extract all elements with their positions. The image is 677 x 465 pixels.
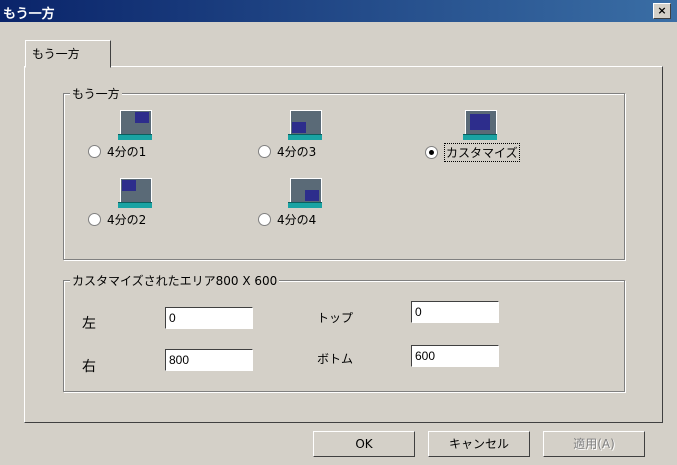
custom-area-legend: カスタマイズされたエリア800 X 600	[70, 272, 280, 289]
position-group-legend: もう一方	[70, 85, 122, 102]
cancel-button[interactable]: キャンセル	[428, 431, 530, 457]
right-label: 右	[82, 359, 96, 375]
option-label: 4分の1	[107, 145, 147, 159]
apply-button[interactable]: 適用(A)	[543, 431, 645, 457]
radio-customize[interactable]	[425, 146, 438, 159]
option-label: 4分の3	[277, 145, 317, 159]
title-bar: もう一方 ×	[0, 0, 677, 22]
bottom-label: ボトム	[317, 352, 354, 366]
left-label: 左	[82, 316, 96, 332]
option-label: 4分の4	[277, 213, 317, 227]
ok-button[interactable]: OK	[313, 431, 415, 457]
bottom-input[interactable]	[411, 345, 499, 367]
monitor-bottom-left-icon	[288, 108, 322, 140]
radio-quarter-1[interactable]	[88, 145, 101, 158]
tab-other[interactable]: もう一方	[25, 40, 111, 68]
option-quarter-4[interactable]: 4分の4	[258, 176, 322, 228]
option-quarter-1[interactable]: 4分の1	[88, 108, 152, 160]
radio-quarter-4[interactable]	[258, 213, 271, 226]
tab-label: もう一方	[32, 47, 80, 61]
window-title: もう一方	[3, 7, 55, 22]
radio-quarter-2[interactable]	[88, 213, 101, 226]
close-button[interactable]: ×	[653, 3, 671, 19]
option-quarter-2[interactable]: 4分の2	[88, 176, 152, 228]
option-label: カスタマイズ	[444, 143, 520, 162]
monitor-bottom-right-icon	[288, 176, 322, 208]
top-label: トップ	[317, 311, 354, 325]
monitor-top-left-icon	[118, 176, 152, 208]
custom-area-group: カスタマイズされたエリア800 X 600	[63, 272, 625, 392]
right-input[interactable]	[165, 349, 253, 371]
top-input[interactable]	[411, 301, 499, 323]
monitor-top-right-icon	[118, 108, 152, 140]
radio-quarter-3[interactable]	[258, 145, 271, 158]
monitor-custom-icon	[463, 108, 497, 140]
option-label: 4分の2	[107, 213, 147, 227]
option-customize[interactable]: カスタマイズ	[425, 108, 520, 162]
option-quarter-3[interactable]: 4分の3	[258, 108, 322, 160]
left-input[interactable]	[165, 307, 253, 329]
